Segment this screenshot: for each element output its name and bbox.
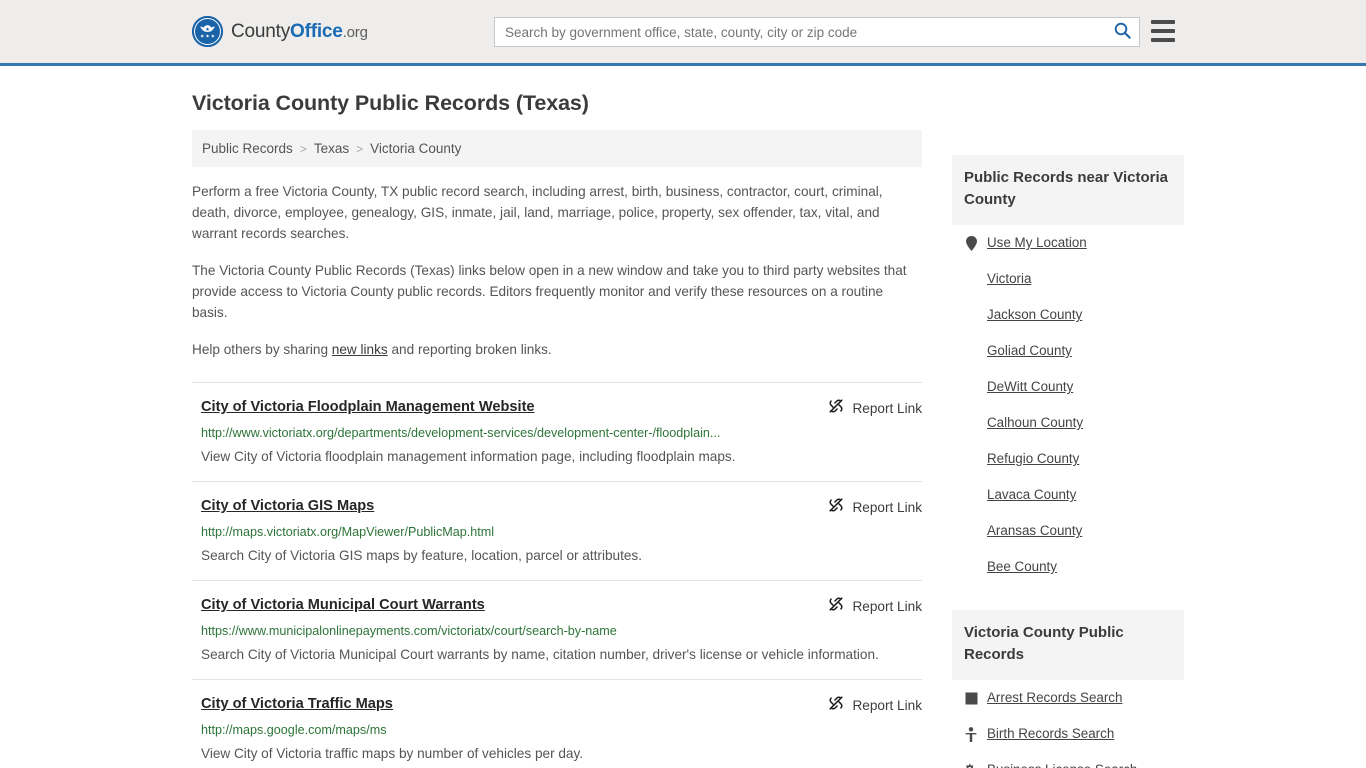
sidebar-list-item[interactable]: DeWitt County (964, 369, 1172, 405)
resource-link-url: http://maps.google.com/maps/ms (201, 723, 387, 737)
sidebar-list-item[interactable]: Goliad County (964, 333, 1172, 369)
resource-link-title[interactable]: City of Victoria GIS Maps (201, 496, 374, 516)
resource-link-item: City of Victoria Floodplain Management W… (192, 382, 922, 482)
help-line-after: and reporting broken links. (387, 342, 552, 357)
sidebar-nearby-block: Public Records near Victoria County Use … (952, 155, 1184, 585)
page-body: Victoria County Public Records (Texas) P… (0, 91, 1366, 768)
resource-link-description: Search City of Victoria GIS maps by feat… (201, 548, 642, 563)
breadcrumb-item[interactable]: Public Records (202, 141, 293, 156)
sidebar-list-item[interactable]: Arrest Records Search (964, 680, 1172, 716)
sidebar-item-label[interactable]: Refugio County (987, 450, 1079, 468)
report-link-button[interactable]: Report Link (828, 694, 922, 716)
broken-link-icon (828, 596, 844, 617)
search-icon (1114, 22, 1131, 42)
sidebar-item-label[interactable]: Bee County (987, 558, 1057, 576)
page-title: Victoria County Public Records (Texas) (192, 91, 589, 115)
breadcrumb-item[interactable]: Texas (314, 141, 349, 156)
building-icon (964, 691, 978, 706)
sidebar-item-label[interactable]: Calhoun County (987, 414, 1083, 432)
sidebar-item-label[interactable]: Arrest Records Search (987, 689, 1122, 707)
eagle-seal-icon (192, 16, 223, 47)
new-links-link[interactable]: new links (332, 342, 388, 357)
resource-link-title[interactable]: City of Victoria Floodplain Management W… (201, 397, 535, 417)
resource-link-item: City of Victoria GIS Maps Report Link http… (192, 482, 922, 581)
baby-icon (964, 726, 978, 742)
sidebar-list-item[interactable]: Lavaca County (964, 477, 1172, 513)
site-logo[interactable]: CountyOffice.org (192, 16, 368, 47)
resource-link-header-row: City of Victoria Floodplain Management W… (201, 397, 922, 419)
sidebar-list-item[interactable]: Birth Records Search (964, 716, 1172, 752)
sidebar-item-label[interactable]: Victoria (987, 270, 1031, 288)
sidebar-list-item[interactable]: Jackson County (964, 297, 1172, 333)
resource-link-description: View City of Victoria floodplain managem… (201, 449, 736, 464)
resource-link-item: City of Victoria Municipal Court Warrant… (192, 581, 922, 680)
sidebar-item-label[interactable]: DeWitt County (987, 378, 1073, 396)
hamburger-menu-icon[interactable] (1151, 20, 1175, 42)
sidebar-list-item[interactable]: Victoria (964, 261, 1172, 297)
sidebar-nearby-list: Use My Location Victoria Jackson County Gol… (952, 225, 1184, 585)
report-link-button[interactable]: Report Link (828, 595, 922, 617)
sidebar-item-label[interactable]: Use My Location (987, 234, 1087, 252)
intro-paragraph-1: Perform a free Victoria County, TX publi… (192, 184, 883, 241)
sidebar-item-label[interactable]: Lavaca County (987, 486, 1076, 504)
intro-paragraph-2: The Victoria County Public Records (Texa… (192, 263, 907, 320)
broken-link-icon (828, 497, 844, 518)
breadcrumb-separator: > (356, 141, 364, 156)
sidebar-item-label[interactable]: Business License Search (987, 761, 1137, 768)
sidebar-list-item[interactable]: Business License Search (964, 752, 1172, 768)
logo-text-county: County (231, 20, 291, 42)
resource-link-url: https://www.municipalonlinepayments.com/… (201, 624, 617, 638)
broken-link-icon (828, 398, 844, 419)
resource-link-description: View City of Victoria traffic maps by nu… (201, 746, 584, 761)
resource-link-url: http://www.victoriatx.org/departments/de… (201, 426, 721, 440)
resource-link-description: Search City of Victoria Municipal Court … (201, 647, 879, 662)
broken-link-icon (828, 695, 844, 716)
resource-link-header-row: City of Victoria Municipal Court Warrant… (201, 595, 922, 617)
sidebar-item-label[interactable]: Birth Records Search (987, 725, 1114, 743)
help-line-before: Help others by sharing (192, 342, 332, 357)
search-bar (494, 17, 1140, 47)
help-line: Help others by sharing new links and rep… (192, 339, 922, 360)
sidebar-item-label[interactable]: Goliad County (987, 342, 1072, 360)
search-button[interactable] (1105, 18, 1139, 46)
resource-link-list: City of Victoria Floodplain Management W… (192, 382, 922, 768)
sidebar-records-heading: Victoria County Public Records (952, 610, 1184, 680)
sidebar-list-item[interactable]: Calhoun County (964, 405, 1172, 441)
breadcrumb-item[interactable]: Victoria County (370, 141, 461, 156)
resource-link-item: City of Victoria Traffic Maps Report Link… (192, 680, 922, 768)
sidebar-item-label[interactable]: Aransas County (987, 522, 1082, 540)
gears-icon (964, 763, 978, 768)
site-header: CountyOffice.org (0, 0, 1366, 66)
logo-text-org: .org (342, 23, 368, 41)
report-link-label: Report Link (852, 500, 922, 515)
map-pin-icon (964, 235, 978, 251)
main-content: Public Records > Texas > Victoria County Per… (192, 130, 922, 768)
logo-text-office: Office (290, 20, 343, 42)
resource-link-url: http://maps.victoriatx.org/MapViewer/Pub… (201, 525, 495, 539)
report-link-label: Report Link (852, 698, 922, 713)
breadcrumb: Public Records > Texas > Victoria County (192, 130, 922, 167)
report-link-button[interactable]: Report Link (828, 397, 922, 419)
sidebar-item-label[interactable]: Jackson County (987, 306, 1082, 324)
resource-link-title[interactable]: City of Victoria Traffic Maps (201, 694, 393, 714)
intro-text: Perform a free Victoria County, TX publi… (192, 181, 922, 360)
resource-link-header-row: City of Victoria GIS Maps Report Link (201, 496, 922, 518)
sidebar-nearby-heading: Public Records near Victoria County (952, 155, 1184, 225)
sidebar-list-item[interactable]: Aransas County (964, 513, 1172, 549)
breadcrumb-separator: > (299, 141, 307, 156)
sidebar-records-block: Victoria County Public Records Arrest Re… (952, 610, 1184, 768)
logo-wordmark: CountyOffice.org (231, 21, 368, 43)
search-input[interactable] (495, 18, 1105, 46)
resource-link-title[interactable]: City of Victoria Municipal Court Warrant… (201, 595, 485, 615)
sidebar-list-item[interactable]: Refugio County (964, 441, 1172, 477)
report-link-label: Report Link (852, 401, 922, 416)
report-link-label: Report Link (852, 599, 922, 614)
sidebar: Public Records near Victoria County Use … (952, 130, 1184, 768)
report-link-button[interactable]: Report Link (828, 496, 922, 518)
sidebar-list-item[interactable]: Bee County (964, 549, 1172, 585)
sidebar-list-item[interactable]: Use My Location (964, 225, 1172, 261)
sidebar-records-list: Arrest Records Search Birth Records Searc… (952, 680, 1184, 768)
resource-link-header-row: City of Victoria Traffic Maps Report Link (201, 694, 922, 716)
